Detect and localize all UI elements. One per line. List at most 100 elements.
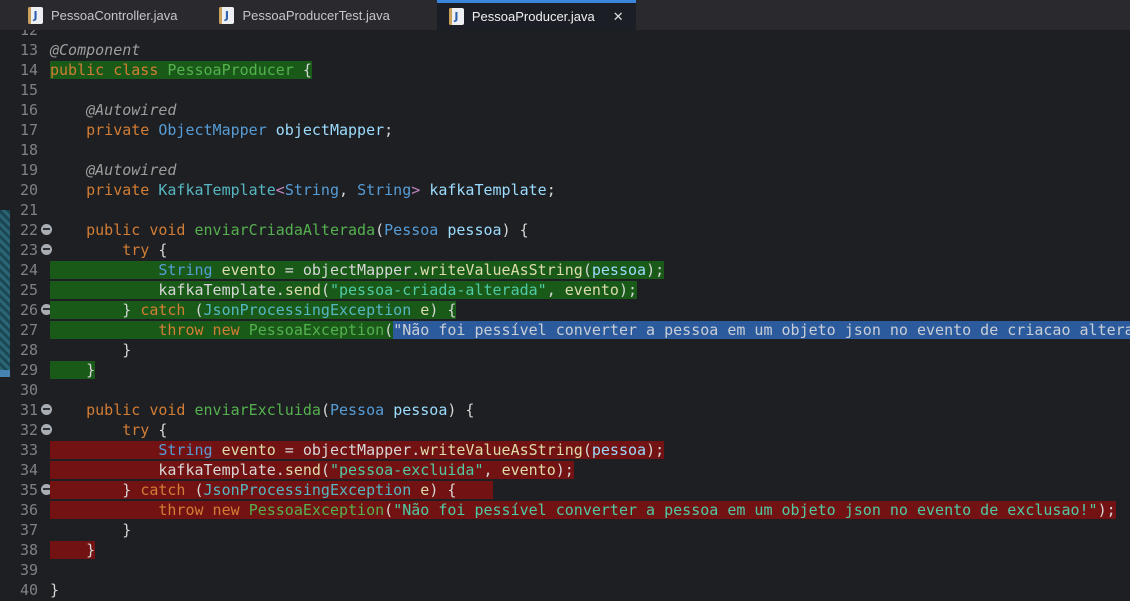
code-line-37[interactable]: 37 } — [0, 520, 1130, 540]
code-editor[interactable]: 1213 @Component 14 public class PessoaProdu… — [0, 30, 1130, 601]
code-line-27[interactable]: 27 throw new PessoaException("Não foi pe… — [0, 320, 1130, 340]
line-number: 26 — [0, 300, 38, 320]
selected-text: "Não foi pessível converter a pessoa em … — [393, 321, 1130, 339]
coverage-uncovered-highlight: String evento = objectMapper.writeValueA… — [50, 441, 664, 459]
code-line-13[interactable]: 13 @Component — [0, 40, 1130, 60]
line-number: 30 — [0, 380, 38, 400]
code-line-34[interactable]: 34 kafkaTemplate.send("pessoa-excluida",… — [0, 460, 1130, 480]
code-text: } — [50, 540, 95, 560]
coverage-covered-highlight: public class PessoaProducer { — [50, 61, 312, 79]
code-text: } — [50, 340, 131, 360]
code-text: public void enviarCriadaAlterada(Pessoa … — [50, 220, 529, 240]
line-number: 37 — [0, 520, 38, 540]
line-number: 18 — [0, 140, 38, 160]
code-line-28[interactable]: 28 } — [0, 340, 1130, 360]
coverage-uncovered-highlight: } — [50, 541, 95, 559]
coverage-covered-highlight: } — [50, 361, 95, 379]
code-line-39[interactable]: 39 — [0, 560, 1130, 580]
tab-bar: J PessoaController.java JPessoaProducerTes… — [0, 0, 1130, 30]
code-line-17[interactable]: 17 private ObjectMapper objectMapper; — [0, 120, 1130, 140]
line-number: 40 — [0, 580, 38, 600]
line-number: 29 — [0, 360, 38, 380]
close-icon[interactable]: ✕ — [613, 10, 624, 23]
code-line-14[interactable]: 14 public class PessoaProducer { — [0, 60, 1130, 80]
line-number: 25 — [0, 280, 38, 300]
code-text: kafkaTemplate.send("pessoa-criada-altera… — [50, 280, 637, 300]
tab-label: PessoaProducer.java — [472, 9, 595, 24]
code-line-36[interactable]: 36 throw new PessoaException("Não foi pe… — [0, 500, 1130, 520]
line-number: 19 — [0, 160, 38, 180]
coverage-uncovered-highlight: kafkaTemplate.send("pessoa-excluida", ev… — [50, 461, 574, 479]
tab-pessoaproducer-java[interactable]: J PessoaProducer.java ✕ — [437, 0, 636, 30]
code-line-25[interactable]: 25 kafkaTemplate.send("pessoa-criada-alt… — [0, 280, 1130, 300]
code-line-20[interactable]: 20 private KafkaTemplate<String, String>… — [0, 180, 1130, 200]
code-line-31[interactable]: 31 public void enviarExcluida(Pessoa pes… — [0, 400, 1130, 420]
code-text: } — [50, 580, 59, 600]
line-number: 22 — [0, 220, 38, 240]
code-text: public class PessoaProducer { — [50, 60, 312, 80]
code-line-22[interactable]: 22 public void enviarCriadaAlterada(Pess… — [0, 220, 1130, 240]
line-number: 28 — [0, 340, 38, 360]
code-line-12[interactable]: 12 — [0, 30, 1130, 40]
line-number: 34 — [0, 460, 38, 480]
code-text: } catch (JsonProcessingException e) { — [50, 480, 493, 500]
coverage-uncovered-highlight: throw new PessoaException("Não foi pessí… — [50, 501, 1116, 519]
line-number: 12 — [0, 30, 38, 40]
java-file-icon: J — [219, 7, 234, 24]
line-number: 27 — [0, 320, 38, 340]
code-line-32[interactable]: 32 try { — [0, 420, 1130, 440]
code-text: } catch (JsonProcessingException e) { — [50, 300, 456, 320]
code-line-40[interactable]: 40} — [0, 580, 1130, 600]
coverage-uncovered-highlight: } catch (JsonProcessingException e) { — [50, 481, 493, 499]
code-line-15[interactable]: 15 — [0, 80, 1130, 100]
code-text: String evento = objectMapper.writeValueA… — [50, 260, 664, 280]
line-number: 31 — [0, 400, 38, 420]
tab-pessoacontroller-java[interactable]: J PessoaController.java — [13, 0, 192, 30]
code-text: public void enviarExcluida(Pessoa pessoa… — [50, 400, 474, 420]
code-line-30[interactable]: 30 — [0, 380, 1130, 400]
coverage-covered-highlight: kafkaTemplate.send("pessoa-criada-altera… — [50, 281, 637, 299]
code-text: String evento = objectMapper.writeValueA… — [50, 440, 664, 460]
code-line-23[interactable]: 23 try { — [0, 240, 1130, 260]
code-text: try { — [50, 420, 167, 440]
code-text: try { — [50, 240, 167, 260]
line-number: 16 — [0, 100, 38, 120]
code-text: kafkaTemplate.send("pessoa-excluida", ev… — [50, 460, 574, 480]
line-number: 21 — [0, 200, 38, 220]
code-line-24[interactable]: 24 String evento = objectMapper.writeVal… — [0, 260, 1130, 280]
code-text: } — [50, 360, 95, 380]
line-number: 35 — [0, 480, 38, 500]
tab-label: PessoaController.java — [51, 8, 177, 23]
code-line-18[interactable]: 18 — [0, 140, 1130, 160]
code-line-21[interactable]: 21 — [0, 200, 1130, 220]
line-number: 32 — [0, 420, 38, 440]
line-number: 33 — [0, 440, 38, 460]
code-line-26[interactable]: 26 } catch (JsonProcessingException e) { — [0, 300, 1130, 320]
code-text: throw new PessoaException("Não foi pessí… — [50, 320, 1130, 340]
code-text: throw new PessoaException("Não foi pessí… — [50, 500, 1116, 520]
line-number: 14 — [0, 60, 38, 80]
code-line-35[interactable]: 35 } catch (JsonProcessingException e) { — [0, 480, 1130, 500]
line-number: 17 — [0, 120, 38, 140]
java-file-icon: J — [449, 8, 464, 25]
line-number: 24 — [0, 260, 38, 280]
code-line-33[interactable]: 33 String evento = objectMapper.writeVal… — [0, 440, 1130, 460]
coverage-covered-highlight: throw new PessoaException("Não foi pessí… — [50, 321, 1130, 339]
code-line-19[interactable]: 19 @Autowired — [0, 160, 1130, 180]
line-number: 15 — [0, 80, 38, 100]
code-text: private ObjectMapper objectMapper; — [50, 120, 393, 140]
code-line-29[interactable]: 29 } — [0, 360, 1130, 380]
code-text: @Component — [50, 40, 140, 60]
line-number: 20 — [0, 180, 38, 200]
line-number: 39 — [0, 560, 38, 580]
code-line-16[interactable]: 16 @Autowired — [0, 100, 1130, 120]
coverage-covered-highlight: String evento = objectMapper.writeValueA… — [50, 261, 664, 279]
line-number: 13 — [0, 40, 38, 60]
code-line-38[interactable]: 38 } — [0, 540, 1130, 560]
java-file-icon: J — [28, 7, 43, 24]
coverage-covered-highlight: } catch (JsonProcessingException e) { — [50, 301, 456, 319]
tab-pessoaproducertest-java[interactable]: JPessoaProducerTest.java — [204, 0, 404, 30]
code-text: private KafkaTemplate<String, String> ka… — [50, 180, 556, 200]
line-number: 23 — [0, 240, 38, 260]
code-text: } — [50, 520, 131, 540]
